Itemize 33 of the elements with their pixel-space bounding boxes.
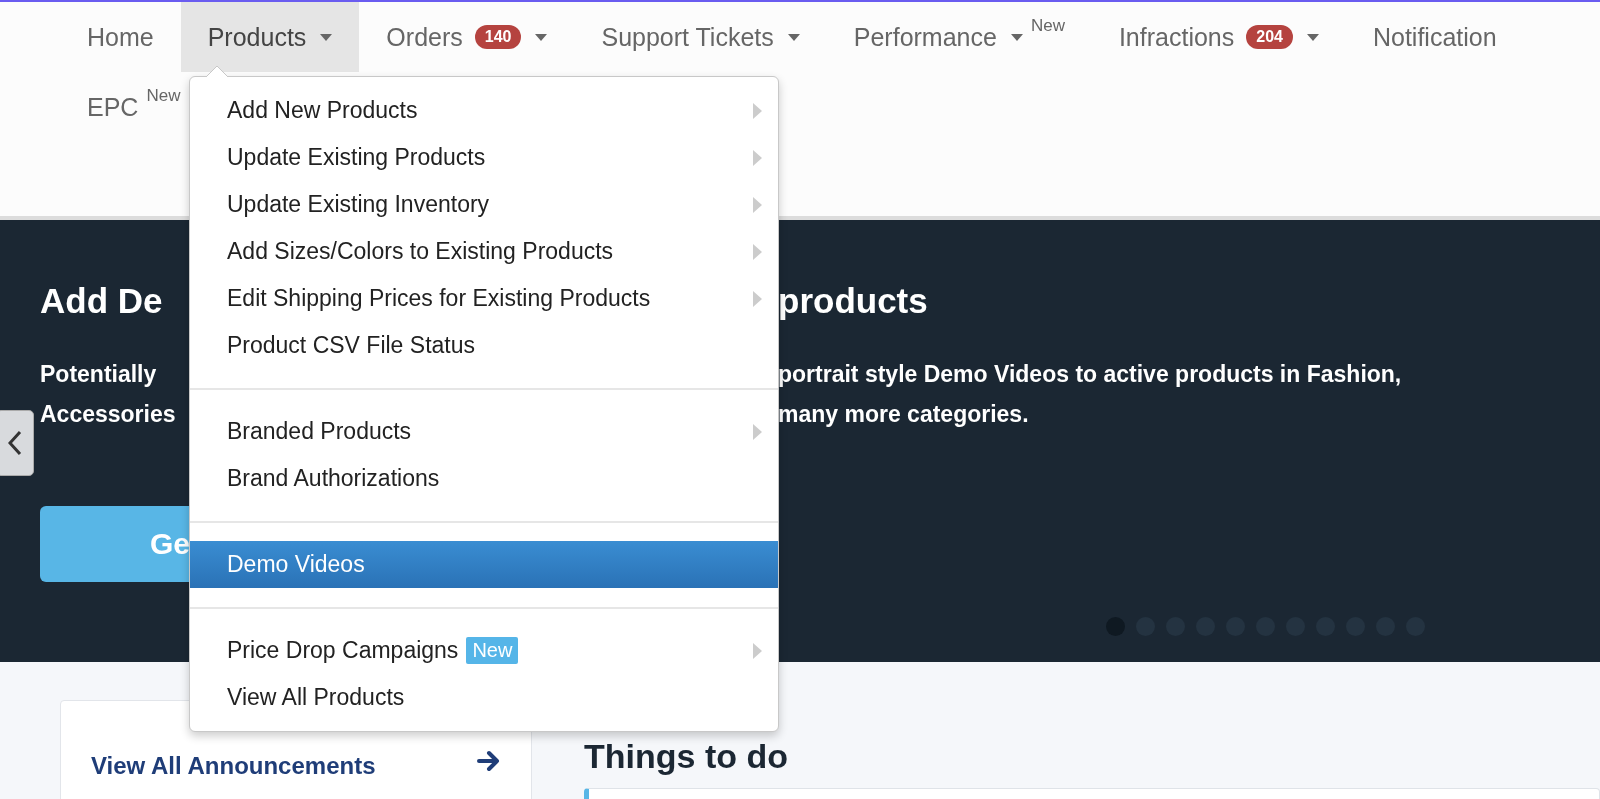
previous-slide-button[interactable] <box>0 410 34 476</box>
menu-item[interactable]: Edit Shipping Prices for Existing Products <box>190 275 778 322</box>
nav-tab[interactable]: Infractions 204 <box>1091 2 1346 72</box>
nav-tab[interactable]: Support Tickets <box>574 2 827 72</box>
nav-tab[interactable]: Orders 140 <box>359 2 575 72</box>
menu-item[interactable]: Demo Videos <box>190 541 778 588</box>
menu-item[interactable]: View All Products <box>190 674 778 721</box>
menu-item[interactable]: Product CSV File Status <box>190 322 778 369</box>
menu-item[interactable]: Add Sizes/Colors to Existing Products <box>190 228 778 275</box>
nav-tab[interactable]: Home <box>60 2 181 72</box>
banner-heading: Add De <box>40 280 163 322</box>
menu-item[interactable]: Update Existing Inventory <box>190 181 778 228</box>
view-announcements-link[interactable]: View All Announcements <box>91 752 376 780</box>
banner-heading: products <box>778 280 928 322</box>
menu-item[interactable]: Price Drop Campaigns New <box>190 627 778 674</box>
banner-text: many more categories. <box>778 400 1029 429</box>
menu-item[interactable]: Update Existing Products <box>190 134 778 181</box>
banner-text: Accessories <box>40 400 176 429</box>
new-label: New <box>146 86 181 106</box>
menu-item[interactable]: Branded Products <box>190 408 778 455</box>
count-badge: 140 <box>474 25 522 49</box>
nav-tab[interactable]: Products <box>180 2 360 72</box>
banner-text: Potentially <box>40 360 157 389</box>
new-tag: New <box>466 637 519 664</box>
new-label: New <box>1030 16 1065 36</box>
chevron-left-icon <box>8 430 22 456</box>
menu-item[interactable]: Add New Products <box>190 87 778 134</box>
menu-item[interactable]: Brand Authorizations <box>190 455 778 502</box>
count-badge: 204 <box>1246 25 1293 49</box>
arrow-right-icon <box>477 750 501 772</box>
banner-text: portrait style Demo Videos to active products in Fashion, <box>778 360 1402 389</box>
nav-tab[interactable]: Notification <box>1345 2 1524 72</box>
section-heading: Things to do <box>584 736 789 776</box>
